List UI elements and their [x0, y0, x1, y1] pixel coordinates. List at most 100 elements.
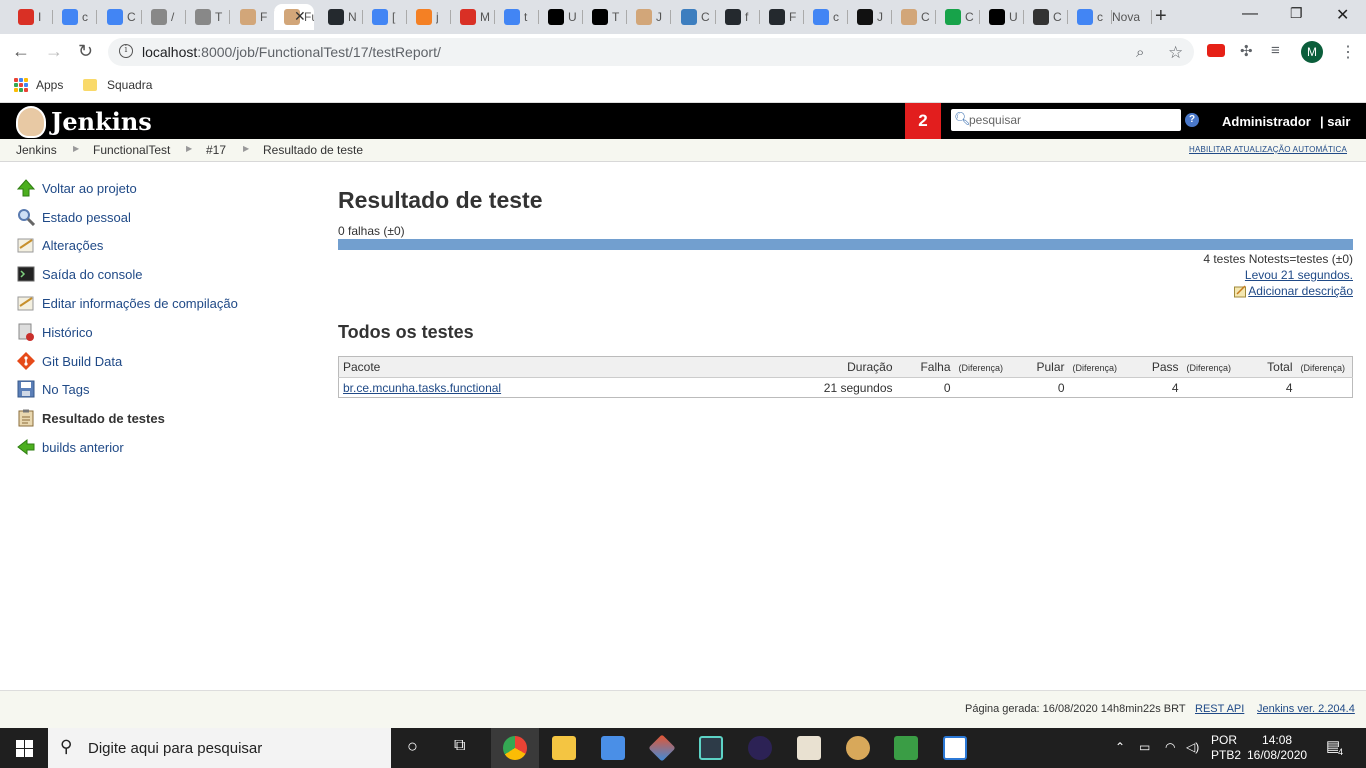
breadcrumb-current[interactable]: Resultado de teste: [263, 143, 363, 157]
breadcrumb-jenkins[interactable]: Jenkins: [16, 143, 57, 157]
info-icon[interactable]: i: [119, 44, 133, 58]
eclipse-icon[interactable]: [748, 736, 772, 760]
duration-link[interactable]: Levou 21 segundos.: [1245, 268, 1353, 282]
windows-start-icon[interactable]: [16, 740, 33, 757]
side-git-build-data[interactable]: Git Build Data: [16, 351, 122, 371]
browser-tab[interactable]: c: [52, 4, 97, 30]
java-icon[interactable]: [797, 736, 821, 760]
youtube-extension-icon[interactable]: [1207, 44, 1225, 57]
jenkins-search-input[interactable]: [969, 111, 1177, 129]
col-package[interactable]: Pacote: [338, 356, 787, 378]
logout-link[interactable]: | sair: [1320, 114, 1350, 129]
add-description-link[interactable]: Adicionar descrição: [1248, 284, 1353, 298]
browser-tab[interactable]: U: [538, 4, 583, 30]
media-queue-icon[interactable]: ≡: [1271, 42, 1280, 59]
jenkins-version-link[interactable]: Jenkins ver. 2.204.4: [1257, 703, 1355, 715]
browser-tab[interactable]: C: [935, 4, 980, 30]
url-text[interactable]: localhost:8000/job/FunctionalTest/17/tes…: [142, 44, 441, 60]
back-button[interactable]: ←: [12, 41, 30, 62]
browser-tab[interactable]: C: [97, 4, 142, 30]
breadcrumb-functionaltest[interactable]: FunctionalTest: [93, 143, 170, 157]
breadcrumb-build[interactable]: #17: [206, 143, 226, 157]
col-skip[interactable]: Pular: [1010, 356, 1069, 378]
bookmark-squadra[interactable]: Squadra: [83, 78, 152, 92]
tray-chevron-icon[interactable]: ⌃: [1115, 740, 1125, 754]
side-historico[interactable]: Histórico: [16, 322, 93, 342]
browser-tab[interactable]: j: [406, 4, 451, 30]
clock[interactable]: 14:08 16/08/2020: [1247, 733, 1307, 763]
cortana-icon[interactable]: ○: [407, 736, 418, 757]
notification-badge[interactable]: 2: [905, 103, 941, 139]
col-fail-diff[interactable]: (Diferença): [954, 356, 1011, 378]
side-builds-anterior[interactable]: builds anterior: [16, 437, 124, 457]
close-tab-icon[interactable]: ✕: [294, 8, 306, 25]
taskbar-search[interactable]: ⚲ Digite aqui para pesquisar: [48, 728, 391, 768]
browser-tab[interactable]: J: [847, 4, 892, 30]
col-total-diff[interactable]: (Diferença): [1296, 356, 1353, 378]
rest-api-link[interactable]: REST API: [1195, 703, 1244, 715]
profile-avatar[interactable]: M: [1301, 41, 1323, 63]
col-total[interactable]: Total: [1238, 356, 1297, 378]
volume-icon[interactable]: ◁): [1186, 740, 1199, 754]
git-app-icon[interactable]: [648, 734, 676, 762]
side-voltar-projeto[interactable]: Voltar ao projeto: [16, 178, 137, 198]
battery-icon[interactable]: ▭: [1139, 740, 1150, 754]
task-view-icon[interactable]: ⧉: [454, 737, 465, 755]
language-indicator[interactable]: POR PTB2: [1211, 733, 1241, 763]
side-estado-pessoal[interactable]: Estado pessoal: [16, 207, 131, 227]
drive-icon[interactable]: [601, 736, 625, 760]
browser-tab[interactable]: F: [759, 4, 804, 30]
col-pass[interactable]: Pass: [1124, 356, 1183, 378]
side-saida-console[interactable]: Saída do console: [16, 264, 142, 284]
browser-tab[interactable]: I: [8, 4, 53, 30]
chart-app-icon[interactable]: [894, 736, 918, 760]
user-link[interactable]: Administrador: [1222, 114, 1311, 129]
col-pass-diff[interactable]: (Diferença): [1182, 356, 1239, 378]
editor-icon[interactable]: [699, 736, 723, 760]
paint-icon[interactable]: [846, 736, 870, 760]
new-tab-button[interactable]: +: [1155, 5, 1167, 28]
browser-tab[interactable]: Nova: [1102, 4, 1152, 30]
minimize-icon[interactable]: —: [1242, 5, 1258, 23]
jenkins-logo-icon[interactable]: [16, 106, 46, 138]
col-duration[interactable]: Duração: [786, 356, 897, 378]
browser-tab[interactable]: N: [318, 4, 363, 30]
side-no-tags[interactable]: No Tags: [16, 379, 89, 399]
package-link[interactable]: br.ce.mcunha.tasks.functional: [343, 381, 501, 395]
browser-tab[interactable]: f: [715, 4, 760, 30]
browser-tab[interactable]: c: [803, 4, 848, 30]
browser-tab[interactable]: T: [185, 4, 230, 30]
document-app-icon[interactable]: [943, 736, 967, 760]
browser-tab[interactable]: M: [450, 4, 495, 30]
close-window-icon[interactable]: ✕: [1336, 5, 1349, 25]
network-icon[interactable]: ◠: [1165, 740, 1175, 754]
browser-tab[interactable]: [: [362, 4, 407, 30]
col-skip-diff[interactable]: (Diferença): [1068, 356, 1125, 378]
file-explorer-icon[interactable]: [552, 736, 576, 760]
bookmark-star-icon[interactable]: ☆: [1168, 43, 1183, 63]
forward-button[interactable]: →: [45, 41, 63, 62]
bookmark-apps[interactable]: Apps: [14, 78, 63, 92]
restore-icon[interactable]: ❐: [1290, 5, 1303, 22]
zoom-icon[interactable]: ⌕: [1136, 44, 1144, 61]
reload-button[interactable]: ↻: [78, 41, 93, 62]
address-bar[interactable]: i localhost:8000/job/FunctionalTest/17/t…: [108, 38, 1194, 66]
browser-tab[interactable]: t: [494, 4, 539, 30]
side-editar-informacoes[interactable]: Editar informações de compilação: [16, 293, 238, 313]
side-resultado-testes[interactable]: Resultado de testes: [16, 408, 165, 428]
col-fail[interactable]: Falha: [896, 356, 955, 378]
browser-tab[interactable]: T: [582, 4, 627, 30]
browser-tab[interactable]: J: [626, 4, 671, 30]
browser-tab[interactable]: C: [891, 4, 936, 30]
browser-tab[interactable]: C: [1023, 4, 1068, 30]
browser-tab[interactable]: F: [230, 4, 275, 30]
auto-refresh-link[interactable]: HABILITAR ATUALIZAÇÃO AUTOMÁTICA: [1189, 145, 1347, 154]
help-icon[interactable]: ?: [1185, 113, 1199, 127]
chrome-taskbar-button[interactable]: [491, 728, 539, 768]
side-alteracoes[interactable]: Alterações: [16, 235, 103, 255]
jenkins-title[interactable]: Jenkins: [51, 107, 152, 136]
browser-tab[interactable]: U: [979, 4, 1024, 30]
browser-tab[interactable]: /: [141, 4, 186, 30]
menu-icon[interactable]: ⋮: [1340, 42, 1356, 62]
extensions-icon[interactable]: ✣: [1240, 42, 1253, 60]
